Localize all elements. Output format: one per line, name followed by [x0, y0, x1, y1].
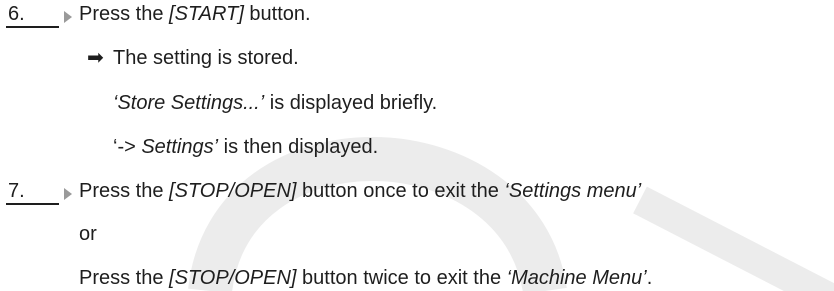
- result-line-2: ‘Store Settings...’ is displayed briefly…: [113, 91, 437, 115]
- instruction-text: button twice to exit the: [296, 267, 507, 289]
- settings-menu-label: ‘Settings menu’: [504, 180, 642, 202]
- start-button-label: [START]: [169, 3, 244, 25]
- result-text: is displayed briefly.: [264, 92, 438, 114]
- display-message-prefix: ‘->: [113, 136, 142, 158]
- display-message: Settings’: [141, 136, 219, 158]
- result-line-1: The setting is stored.: [113, 47, 299, 69]
- or-text: or: [79, 223, 97, 245]
- display-message: ‘Store Settings...’: [113, 92, 265, 114]
- step-7-instruction: Press the [STOP/OPEN] button once to exi…: [79, 179, 641, 203]
- instruction-text: Press the: [79, 267, 170, 289]
- step-7-alternative: Press the [STOP/OPEN] button twice to ex…: [79, 266, 652, 290]
- result-text: is then displayed.: [218, 136, 379, 158]
- result-line-3: ‘-> Settings’ is then displayed.: [113, 135, 378, 159]
- step-underline-6: [6, 26, 59, 28]
- step-number-6: 6.: [8, 3, 25, 25]
- step-number-7: 7.: [8, 180, 25, 202]
- instruction-text: Press the: [79, 180, 170, 202]
- step-6-instruction: Press the [START] button.: [79, 2, 311, 26]
- step-underline-7: [6, 203, 59, 205]
- instruction-text: Press the: [79, 3, 170, 25]
- step-arrow-icon: [64, 11, 72, 23]
- result-arrow-icon: ➡: [87, 47, 104, 69]
- instruction-text: button.: [243, 3, 311, 25]
- instruction-text: button once to exit the: [296, 180, 505, 202]
- machine-menu-label: ‘Machine Menu’: [506, 267, 647, 289]
- step-arrow-icon: [64, 188, 72, 200]
- stop-open-button-label: [STOP/OPEN]: [169, 267, 297, 289]
- instruction-text: .: [646, 267, 653, 289]
- stop-open-button-label: [STOP/OPEN]: [169, 180, 297, 202]
